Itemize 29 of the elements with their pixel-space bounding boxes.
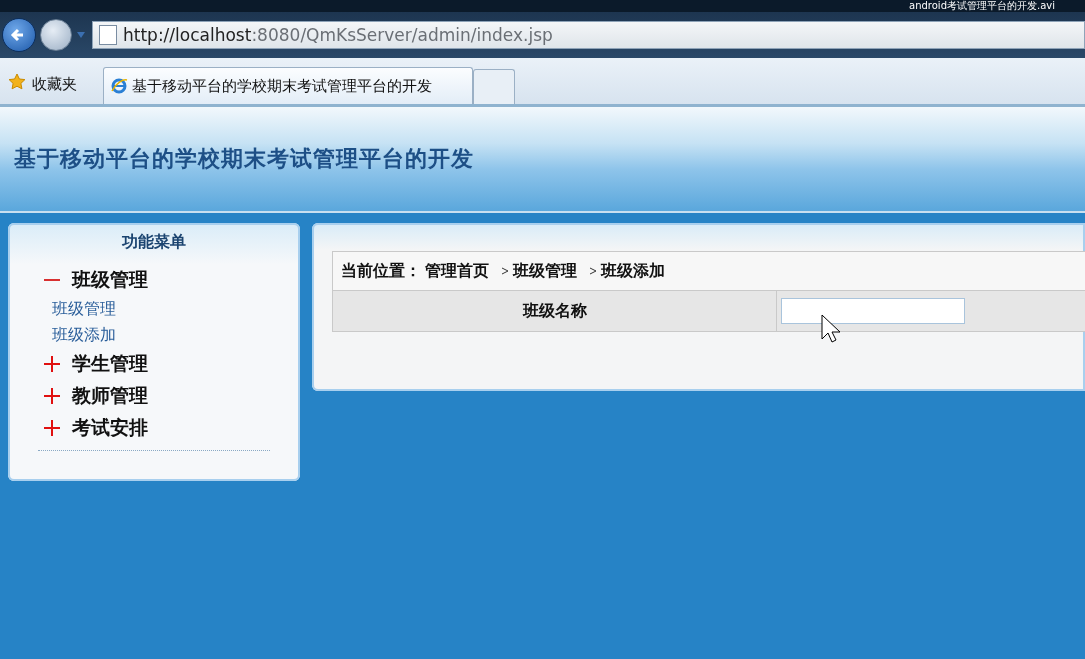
menu-link[interactable]: 班级管理 [38,296,270,322]
dropdown-icon[interactable] [76,30,88,40]
breadcrumb-link[interactable]: 班级管理 [513,260,577,282]
menu-group[interactable]: 学生管理 [38,348,270,380]
breadcrumb-link[interactable]: 班级添加 [601,260,665,282]
mouse-pointer-icon [821,314,841,344]
page-icon [99,25,117,45]
menu-title: 功能菜单 [121,231,187,253]
browser-tab[interactable]: 基于移动平台的学校期末考试管理平台的开发 [103,67,473,104]
breadcrumb-link[interactable]: 管理首页 [425,260,489,282]
forward-button[interactable] [40,19,72,51]
site-title: 基于移动平台的学校期末考试管理平台的开发 [14,145,474,173]
favorites-button[interactable]: 收藏夹 [0,64,103,104]
form-label: 班级名称 [333,291,777,331]
favorites-label: 收藏夹 [32,74,77,94]
chevron-icon [501,267,509,275]
menu-group[interactable]: 考试安排 [38,412,270,444]
text-field[interactable] [781,298,965,324]
breadcrumb-label: 当前位置： [341,260,421,282]
menu-group[interactable]: 班级管理 [38,264,270,296]
new-tab-button[interactable] [473,69,515,104]
chevron-icon [589,267,597,275]
browser-logo-icon [110,77,128,95]
address-field[interactable]: http://localhost:8080/QmKsServer/admin/index.jsp [92,21,1085,49]
menu-link[interactable]: 班级添加 [38,322,270,348]
menu-group[interactable]: 教师管理 [38,380,270,412]
url-text: http://localhost:8080/QmKsServer/admin/index.jsp [123,25,553,45]
window-title: android考试管理平台的开发.avi [909,0,1055,12]
back-button[interactable] [2,18,36,52]
